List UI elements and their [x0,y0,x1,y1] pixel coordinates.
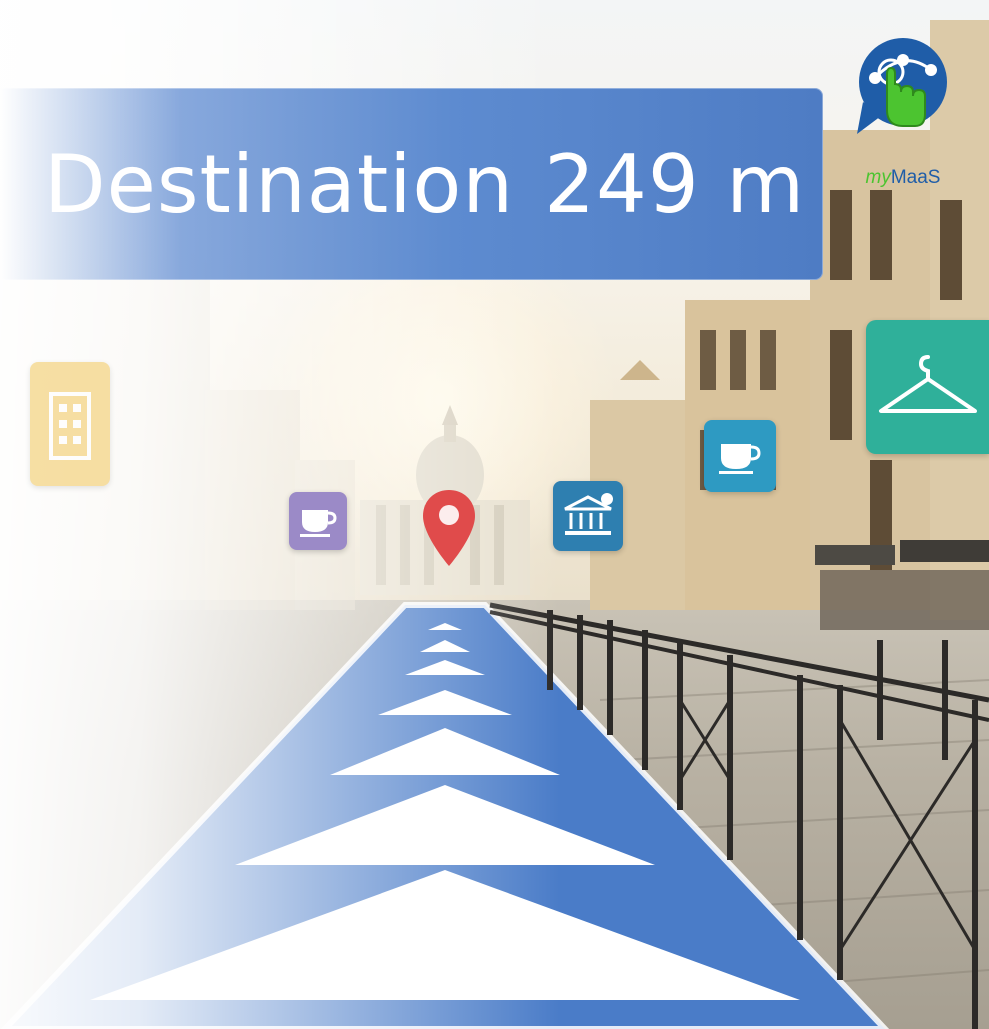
clothes-hanger-icon [878,355,977,413]
bank-icon [564,493,613,535]
poi-clothing-marker[interactable] [866,320,989,454]
mymaas-logo-text: myMaaS [865,167,941,188]
office-building-icon [49,392,91,460]
poi-cafe-marker-right[interactable] [704,420,776,492]
destination-label: Destination [44,137,515,231]
destination-banner: Destination 249 m [0,88,823,280]
ar-navigation-view: Destination 249 m myMaaS [0,0,989,1029]
destination-distance: 249 m [544,137,806,231]
poi-bank-marker[interactable] [553,481,623,551]
mymaas-logo-mark [857,38,947,134]
poi-cafe-marker-left[interactable] [289,492,347,550]
location-pin-icon[interactable] [420,488,478,568]
coffee-cup-icon [719,444,761,474]
coffee-cup-icon [300,510,337,537]
poi-office-marker[interactable] [30,362,110,486]
mymaas-logo[interactable]: myMaaS [853,30,953,187]
destination-readout: Destination 249 m [44,138,805,231]
